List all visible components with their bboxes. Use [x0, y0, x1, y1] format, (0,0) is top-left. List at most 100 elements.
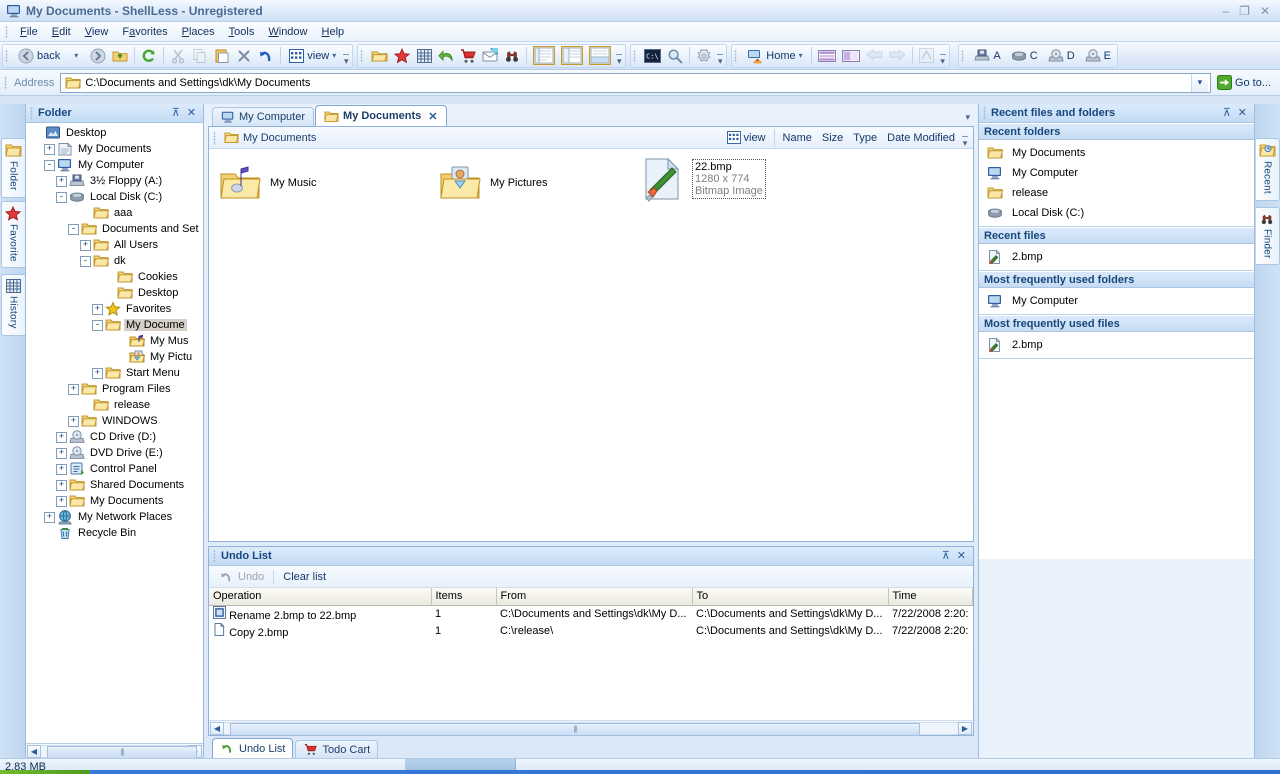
menu-tools[interactable]: Tools [222, 24, 262, 40]
breadcrumb[interactable]: My Documents [221, 130, 319, 145]
file-list[interactable]: My Music My Pi [209, 149, 973, 541]
tree-item-my-computer[interactable]: -My Computer [26, 157, 203, 173]
tree-item-all-users[interactable]: +All Users [26, 237, 203, 253]
tab-my-documents[interactable]: My Documents ✕ [315, 105, 446, 126]
clear-list-button[interactable]: Clear list [277, 570, 332, 584]
stripes-view-button[interactable] [815, 45, 839, 67]
list-item[interactable]: 2.bmp [979, 247, 1254, 267]
tree-item-local-disk-c[interactable]: -Local Disk (C:) [26, 189, 203, 205]
tree-item-recycle-bin[interactable]: Recycle Bin [26, 525, 203, 541]
tree-item-3-floppy-a[interactable]: +3½ Floppy (A:) [26, 173, 203, 189]
start-button[interactable] [0, 770, 90, 774]
mail-button[interactable] [479, 45, 501, 67]
sortbar-overflow[interactable]: ▾ [960, 127, 970, 149]
toolbar-overflow-tools[interactable]: ▾ [715, 45, 725, 67]
forward-button[interactable] [87, 45, 109, 67]
expand-icon[interactable]: + [68, 416, 79, 427]
column-to[interactable]: To [692, 588, 888, 605]
pane-layout-1-button[interactable] [530, 45, 558, 67]
column-operation[interactable]: Operation [209, 588, 431, 605]
file-item-my-pictures[interactable]: My Pictures [437, 161, 547, 205]
pin-icon[interactable]: ⊼ [942, 551, 950, 562]
hscroll-track[interactable] [224, 722, 958, 735]
undo-rows[interactable]: Rename 2.bmp to 22.bmp 1 C:\Documents an… [209, 606, 973, 721]
address-dropdown-button[interactable]: ▾ [1191, 74, 1208, 92]
toolbar-grip-home[interactable] [733, 49, 739, 63]
tree-item-my-network-places[interactable]: +My Network Places [26, 509, 203, 525]
drive-d-button[interactable]: D [1043, 45, 1080, 67]
tree-item-cd-drive-d[interactable]: +CD Drive (D:) [26, 429, 203, 445]
expand-icon[interactable]: + [44, 512, 55, 523]
home-button[interactable]: Home ▾ [742, 45, 807, 67]
tree-item-dk[interactable]: -dk [26, 253, 203, 269]
side-tab-finder[interactable]: Finder [1256, 207, 1280, 266]
column-items[interactable]: Items [431, 588, 496, 605]
undo-panel-grip[interactable] [212, 549, 218, 563]
hscroll-thumb[interactable] [47, 746, 197, 759]
toolbar-grip-drives[interactable] [960, 49, 966, 63]
side-tab-folder[interactable]: Folder [1, 138, 25, 198]
menu-places[interactable]: Places [175, 24, 222, 40]
undo-list-hscrollbar[interactable]: ◀ ▶ [209, 720, 973, 735]
collapse-icon[interactable]: - [68, 224, 79, 235]
todo-cart-button[interactable] [457, 45, 479, 67]
tab-list-dropdown-icon[interactable]: ▾ [965, 112, 970, 123]
close-icon[interactable]: ✕ [957, 551, 966, 562]
tree-item-desktop[interactable]: Desktop [26, 285, 203, 301]
up-folder-button[interactable] [109, 45, 131, 67]
paste-button[interactable] [211, 45, 233, 67]
calendar-grid-button[interactable] [413, 45, 435, 67]
hscroll-thumb[interactable] [230, 723, 920, 736]
pane-layout-2-button[interactable] [558, 45, 586, 67]
menu-help[interactable]: Help [315, 24, 352, 40]
drive-c-button[interactable]: C [1006, 45, 1043, 67]
file-item-22-bmp[interactable]: 22.bmp 1280 x 774 Bitmap Image [639, 157, 766, 201]
scroll-left-icon[interactable]: ◀ [27, 745, 41, 758]
open-folder-button[interactable] [368, 45, 391, 67]
refresh-view-button[interactable] [916, 45, 938, 67]
search-button[interactable] [664, 45, 686, 67]
tree-item-program-files[interactable]: +Program Files [26, 381, 203, 397]
tree-item-dvd-drive-e[interactable]: +DVD Drive (E:) [26, 445, 203, 461]
tree-item-cookies[interactable]: Cookies [26, 269, 203, 285]
expand-icon[interactable]: + [92, 304, 103, 315]
bottom-tab-undo-list[interactable]: Undo List [212, 738, 293, 758]
back-button[interactable]: back [13, 45, 65, 67]
side-tab-history[interactable]: History [1, 274, 25, 336]
folder-tree-hscrollbar[interactable]: ◀ ▶ [26, 743, 203, 758]
favorites-button[interactable] [391, 45, 413, 67]
toolbar-grip-tools[interactable] [632, 49, 638, 63]
file-item-my-music[interactable]: My Music [217, 161, 316, 205]
cut-button[interactable] [167, 45, 189, 67]
expand-icon[interactable]: + [56, 496, 67, 507]
scroll-right-icon[interactable]: ▶ [958, 722, 972, 735]
address-grip[interactable] [3, 76, 9, 90]
menu-favorites[interactable]: Favorites [115, 24, 174, 40]
side-tab-recent[interactable]: Recent [1256, 138, 1280, 201]
finder-button[interactable] [501, 45, 523, 67]
sort-by-name[interactable]: Name [778, 130, 817, 146]
tree-item-desktop[interactable]: Desktop [26, 125, 203, 141]
collapse-icon[interactable]: - [44, 160, 55, 171]
bottom-tab-todo-cart[interactable]: Todo Cart [295, 740, 378, 758]
tree-item-favorites[interactable]: +Favorites [26, 301, 203, 317]
copy-button[interactable] [189, 45, 211, 67]
expand-icon[interactable]: + [56, 432, 67, 443]
collapse-icon[interactable]: - [92, 320, 103, 331]
tree-item-start-menu[interactable]: +Start Menu [26, 365, 203, 381]
list-item[interactable]: release [979, 183, 1254, 203]
table-row[interactable]: Rename 2.bmp to 22.bmp 1 C:\Documents an… [209, 606, 973, 623]
toolbar-overflow-places[interactable]: ▾ [614, 45, 624, 67]
tree-item-documents-and-set[interactable]: -Documents and Set [26, 221, 203, 237]
pane-layout-3-button[interactable] [586, 45, 614, 67]
toolbar-overflow-home[interactable]: ▾ [938, 45, 948, 67]
list-item[interactable]: Local Disk (C:) [979, 203, 1254, 223]
expand-icon[interactable]: + [68, 384, 79, 395]
undo-button[interactable] [255, 45, 277, 67]
tree-item-shared-documents[interactable]: +Shared Documents [26, 477, 203, 493]
tree-item-release[interactable]: release [26, 397, 203, 413]
tree-item-my-docume[interactable]: -My Docume [26, 317, 203, 333]
expand-icon[interactable]: + [92, 368, 103, 379]
expand-icon[interactable]: + [44, 144, 55, 155]
expand-icon[interactable]: + [56, 480, 67, 491]
